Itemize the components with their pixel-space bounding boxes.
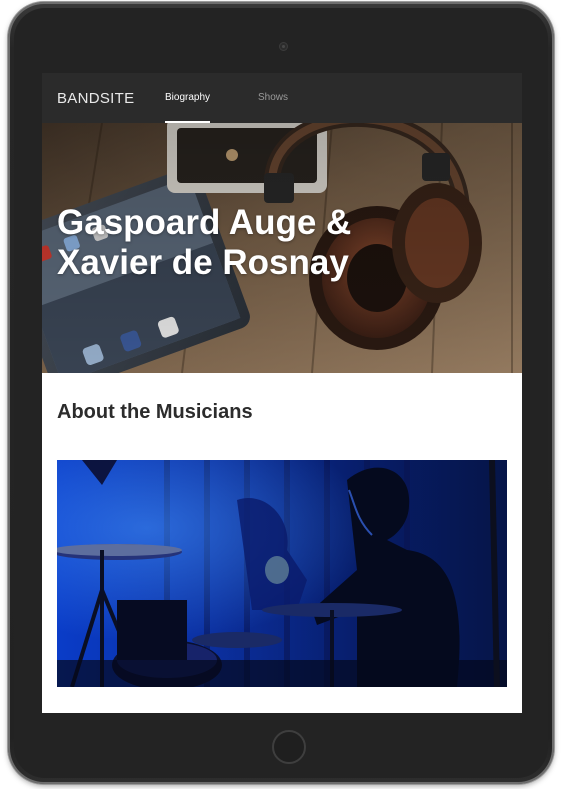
drummer-image xyxy=(57,460,507,687)
tablet-screen: BANDSITE Biography Shows Gaspoard Auge &… xyxy=(42,73,522,713)
top-navbar: BANDSITE Biography Shows xyxy=(42,73,522,123)
hero-banner: Gaspoard Auge & Xavier de Rosnay xyxy=(42,123,522,373)
hero-title-line-1: Gaspoard Auge & xyxy=(57,203,352,242)
about-musicians-heading: About the Musicians xyxy=(57,401,253,423)
hero-title-line-2: Xavier de Rosnay xyxy=(57,243,349,282)
nav-link-shows[interactable]: Shows xyxy=(258,73,288,123)
hero-title: Gaspoard Auge & Xavier de Rosnay xyxy=(57,203,477,283)
home-button[interactable] xyxy=(272,730,306,764)
brand-logo[interactable]: BANDSITE xyxy=(57,90,134,107)
front-camera xyxy=(279,42,288,51)
nav-link-biography[interactable]: Biography xyxy=(165,73,211,123)
musician-photo xyxy=(57,460,507,687)
